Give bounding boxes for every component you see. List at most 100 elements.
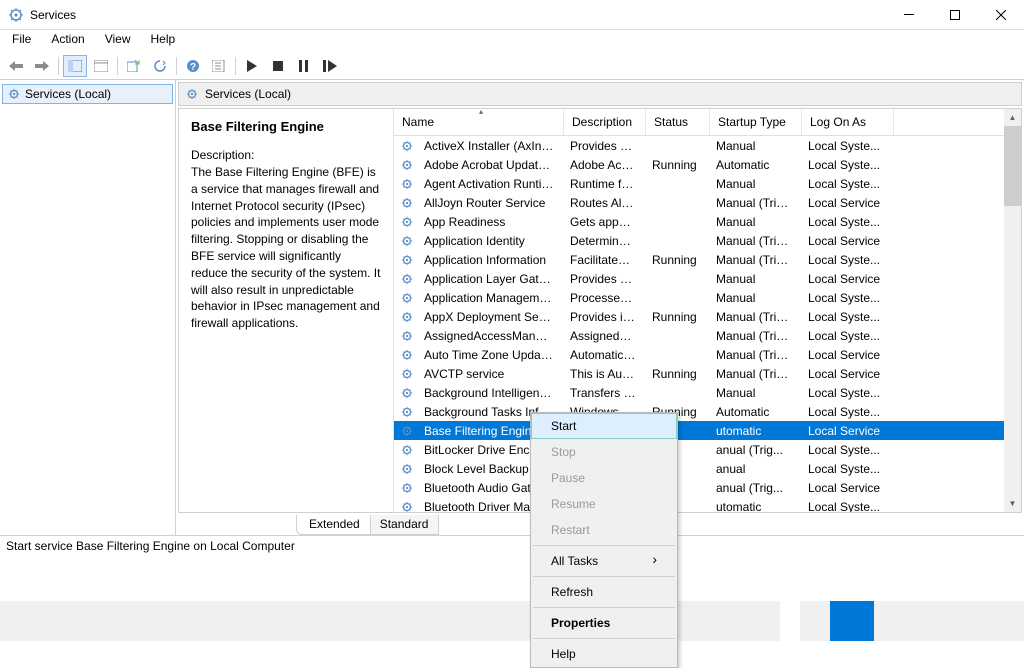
refresh-button[interactable]: [148, 55, 172, 77]
service-row[interactable]: Block Level Backup Engine ...TanualLocal…: [394, 459, 1021, 478]
cell-startup: utomatic: [708, 424, 800, 438]
cell-startup: Manual: [708, 272, 800, 286]
gear-icon: [400, 500, 414, 513]
cell-name: Application Information: [416, 253, 562, 267]
stop-service-button[interactable]: [266, 55, 290, 77]
cell-logon: Local Syste...: [800, 329, 892, 343]
svg-text:?: ?: [190, 62, 196, 73]
menu-help[interactable]: Help: [141, 30, 186, 52]
column-startup[interactable]: Startup Type: [710, 109, 802, 135]
ctx-refresh[interactable]: Refresh: [531, 579, 677, 605]
cell-description: Gets apps re...: [562, 215, 644, 229]
gear-icon: [400, 177, 414, 191]
service-row[interactable]: BitLocker Drive Encryption ...Banual (Tr…: [394, 440, 1021, 459]
service-row[interactable]: Bluetooth Audio Gateway S...Sanual (Trig…: [394, 478, 1021, 497]
cell-startup: Manual: [708, 139, 800, 153]
service-row[interactable]: Base Filtering EngineTutomaticLocal Serv…: [394, 421, 1021, 440]
cell-status: Running: [644, 310, 708, 324]
sort-arrow-icon: ▴: [479, 109, 483, 116]
maximize-button[interactable]: [932, 0, 978, 30]
cell-name: AllJoyn Router Service: [416, 196, 562, 210]
ctx-start[interactable]: Start: [531, 413, 677, 439]
gear-icon: [400, 291, 414, 305]
service-row[interactable]: Bluetooth Driver Managem...MutomaticLoca…: [394, 497, 1021, 512]
cell-description: Provides su...: [562, 272, 644, 286]
service-row[interactable]: Application IdentityDetermines ...Manual…: [394, 231, 1021, 250]
column-logon[interactable]: Log On As: [802, 109, 894, 135]
pause-service-button[interactable]: [292, 55, 316, 77]
ctx-help[interactable]: Help: [531, 641, 677, 667]
cell-description: Provides inf...: [562, 310, 644, 324]
service-row[interactable]: AVCTP serviceThis is Audi...RunningManua…: [394, 364, 1021, 383]
service-row[interactable]: Application ManagementProcesses in...Man…: [394, 288, 1021, 307]
ctx-properties[interactable]: Properties: [531, 610, 677, 636]
panel-header: Services (Local): [178, 82, 1022, 106]
back-button[interactable]: [4, 55, 28, 77]
cell-logon: Local Syste...: [800, 291, 892, 305]
vertical-scrollbar[interactable]: ▲ ▼: [1004, 109, 1021, 512]
menu-file[interactable]: File: [2, 30, 41, 52]
gear-icon: [400, 139, 414, 153]
service-row[interactable]: Background Tasks Infrastruc...Windows in…: [394, 402, 1021, 421]
cell-logon: Local Syste...: [800, 443, 892, 457]
gear-icon: [400, 272, 414, 286]
tab-standard[interactable]: Standard: [367, 515, 440, 535]
cell-startup: Automatic: [708, 158, 800, 172]
properties-button[interactable]: [207, 55, 231, 77]
gear-icon: [400, 215, 414, 229]
description-label: Description:: [191, 148, 381, 162]
menu-view[interactable]: View: [95, 30, 141, 52]
cell-name: Application Identity: [416, 234, 562, 248]
cell-logon: Local Service: [800, 196, 892, 210]
service-row[interactable]: Auto Time Zone UpdaterAutomatica...Manua…: [394, 345, 1021, 364]
cell-startup: Manual (Trig...: [708, 310, 800, 324]
service-row[interactable]: ActiveX Installer (AxInstSV)Provides Us.…: [394, 136, 1021, 155]
service-row[interactable]: Agent Activation Runtime_...Runtime for.…: [394, 174, 1021, 193]
column-description[interactable]: Description: [564, 109, 646, 135]
cell-logon: Local Service: [800, 348, 892, 362]
close-button[interactable]: [978, 0, 1024, 30]
gear-icon: [185, 87, 199, 101]
menu-separator: [533, 607, 675, 608]
gear-icon: [400, 196, 414, 210]
scroll-down-button[interactable]: ▼: [1004, 495, 1021, 512]
cell-startup: Manual: [708, 177, 800, 191]
column-status[interactable]: Status: [646, 109, 710, 135]
cell-startup: Manual (Trig...: [708, 253, 800, 267]
export-button[interactable]: [122, 55, 146, 77]
scroll-thumb[interactable]: [1004, 126, 1021, 206]
show-hide-tree-button[interactable]: [63, 55, 87, 77]
restart-service-button[interactable]: [318, 55, 342, 77]
service-row[interactable]: Application InformationFacilitates t...R…: [394, 250, 1021, 269]
service-row[interactable]: AllJoyn Router ServiceRoutes AllJo...Man…: [394, 193, 1021, 212]
menu-bar: File Action View Help: [0, 30, 1024, 52]
cell-startup: Manual (Trig...: [708, 196, 800, 210]
service-row[interactable]: AppX Deployment Service (...Provides inf…: [394, 307, 1021, 326]
service-row[interactable]: AssignedAccessManager Se...AssignedAc...…: [394, 326, 1021, 345]
cell-name: AppX Deployment Service (...: [416, 310, 562, 324]
ctx-restart: Restart: [531, 517, 677, 543]
gear-icon: [400, 234, 414, 248]
service-row[interactable]: App ReadinessGets apps re...ManualLocal …: [394, 212, 1021, 231]
help-button[interactable]: ?: [181, 55, 205, 77]
tab-extended[interactable]: Extended: [296, 515, 371, 535]
description-text: The Base Filtering Engine (BFE) is a ser…: [191, 164, 381, 332]
gear-icon: [400, 462, 414, 476]
menu-action[interactable]: Action: [41, 30, 94, 52]
status-bar: Start service Base Filtering Engine on L…: [0, 535, 1024, 556]
start-service-button[interactable]: [240, 55, 264, 77]
cell-name: ActiveX Installer (AxInstSV): [416, 139, 562, 153]
scroll-up-button[interactable]: ▲: [1004, 109, 1021, 126]
cell-description: Transfers fil...: [562, 386, 644, 400]
service-row[interactable]: Application Layer Gateway ...Provides su…: [394, 269, 1021, 288]
service-row[interactable]: Adobe Acrobat Update Serv...Adobe Acro..…: [394, 155, 1021, 174]
minimize-button[interactable]: [886, 0, 932, 30]
cell-startup: Manual: [708, 386, 800, 400]
cell-logon: Local Syste...: [800, 158, 892, 172]
console-button[interactable]: [89, 55, 113, 77]
service-row[interactable]: Background Intelligent Tran...Transfers …: [394, 383, 1021, 402]
ctx-all-tasks[interactable]: All Tasks: [531, 548, 677, 574]
cell-status: Running: [644, 367, 708, 381]
forward-button[interactable]: [30, 55, 54, 77]
tree-services-local[interactable]: Services (Local): [2, 84, 173, 104]
